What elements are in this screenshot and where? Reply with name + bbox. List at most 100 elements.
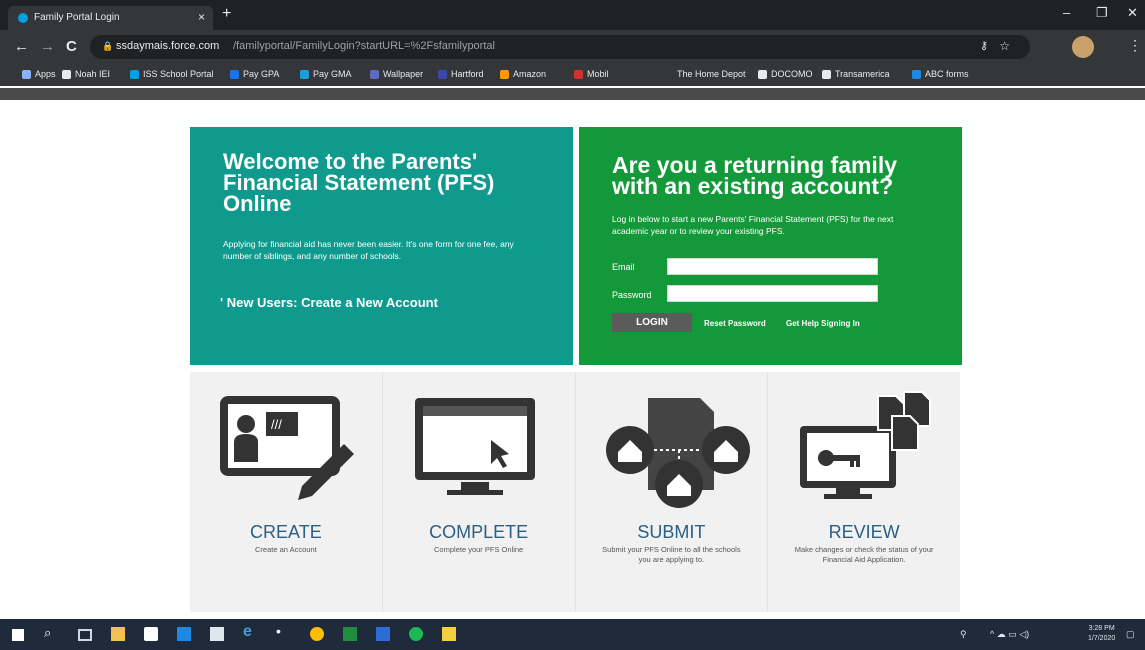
browser-tab-strip: Family Portal Login × + – ❐ ✕ [0, 0, 1145, 30]
store-icon[interactable] [144, 627, 158, 641]
site-header-bar [0, 88, 1145, 100]
bookmark-item[interactable]: Noah IEI [62, 69, 110, 79]
edge-icon[interactable]: e [243, 623, 257, 640]
notes-icon[interactable] [442, 627, 456, 641]
steps-row: /// CREATE Create an Account COMPLETE Co… [190, 372, 960, 612]
reload-button[interactable]: C [66, 38, 77, 55]
welcome-panel: Welcome to the Parents' Financial Statem… [190, 127, 573, 365]
step-title: CREATE [250, 522, 322, 542]
login-title: Are you a returning family with an exist… [612, 152, 898, 199]
bookmark-label: Mobil [587, 69, 609, 79]
tray-icons[interactable]: ^ ☁ ▭ ◁) [990, 629, 1029, 640]
computer-screen-icon [414, 398, 535, 495]
bookmark-favicon-icon [230, 69, 239, 79]
app-l-icon[interactable] [177, 627, 191, 641]
url-bar[interactable]: 🔒 ssdaymais.force.com /familyportal/Fami… [90, 35, 1030, 59]
bookmarks-bar: Apps Noah IEI ISS School Portal Pay GPA Pay … [0, 64, 1145, 86]
bookmark-favicon-icon [758, 69, 767, 79]
lock-icon: 🔒 [102, 41, 114, 51]
bookmark-label: Noah IEI [75, 69, 111, 79]
dot-icon[interactable]: • [276, 623, 290, 639]
new-tab-button[interactable]: + [222, 5, 231, 23]
profile-avatar[interactable] [1072, 36, 1094, 58]
bookmark-item[interactable]: Pay GPA [230, 69, 279, 79]
bookmark-item[interactable]: Apps [22, 69, 56, 79]
tab-title: Family Portal Login [34, 12, 120, 23]
restore-button[interactable]: ❐ [1096, 5, 1108, 21]
reset-password-link[interactable]: Reset Password [704, 319, 766, 328]
bookmark-item[interactable]: Pay GMA [300, 69, 352, 79]
bookmark-label: Pay GMA [313, 69, 352, 79]
url-host: ssdaymais.force.com [116, 40, 220, 52]
taskbar-clock[interactable]: 3:28 PM 1/7/2020 [1088, 624, 1115, 644]
bookmark-item[interactable]: Amazon [500, 69, 546, 79]
bookmark-label: DOCOMO [771, 69, 813, 79]
bookmark-star-icon[interactable]: ☆ [999, 39, 1010, 53]
browser-tab[interactable]: Family Portal Login × [8, 6, 213, 30]
mail-icon[interactable] [210, 627, 224, 641]
bookmark-favicon-icon [62, 69, 71, 79]
submit-schools-icon [605, 398, 750, 508]
task-view-icon[interactable] [78, 629, 92, 641]
bookmark-label: Transamerica [835, 69, 890, 79]
bookmark-favicon-icon [438, 69, 447, 79]
forward-button[interactable]: → [40, 38, 55, 55]
back-button[interactable]: ← [14, 38, 29, 55]
chrome-icon[interactable] [310, 627, 324, 641]
step-title: REVIEW [828, 522, 900, 542]
key-icon[interactable]: ⚷ [980, 39, 988, 52]
bookmark-item[interactable]: The Home Depot [664, 69, 746, 79]
file-explorer-icon[interactable] [111, 627, 125, 641]
people-icon[interactable]: ⚲ [960, 629, 967, 640]
email-field[interactable] [667, 258, 878, 275]
bookmark-favicon-icon [22, 69, 31, 79]
notifications-icon[interactable]: ▢ [1126, 629, 1135, 640]
word-icon[interactable] [376, 627, 390, 641]
bookmark-label: Amazon [513, 69, 547, 79]
step-create: /// CREATE Create an Account [190, 372, 383, 612]
bookmark-item[interactable]: ISS School Portal [130, 69, 214, 79]
spotify-icon[interactable] [409, 627, 423, 641]
welcome-title: Welcome to the Parents' Financial Statem… [223, 149, 495, 216]
bookmark-label: Hartford [451, 69, 484, 79]
password-field[interactable] [667, 285, 878, 302]
salesforce-favicon-icon [18, 13, 28, 23]
step-complete: COMPLETE Complete your PFS Online [383, 372, 576, 612]
login-description: Log in below to start a new Parents' Fin… [612, 214, 894, 236]
step-submit: SUBMIT Submit your PFS Online to all the… [576, 372, 769, 612]
get-help-link[interactable]: Get Help Signing In [786, 319, 860, 328]
login-button[interactable]: LOGIN [612, 313, 692, 332]
bookmark-label: ISS School Portal [143, 69, 214, 79]
bookmark-item[interactable]: DOCOMO [758, 69, 813, 79]
bookmark-favicon-icon [912, 69, 921, 79]
bookmark-item[interactable]: Transamerica [822, 69, 890, 79]
bookmark-item[interactable]: Hartford [438, 69, 484, 79]
bookmark-item[interactable]: Mobil [574, 69, 609, 79]
bookmark-label: Pay GPA [243, 69, 280, 79]
window-close-button[interactable]: ✕ [1127, 5, 1138, 21]
step-description: Make changes or check the status of your… [794, 545, 934, 564]
step-description: Create an Account [255, 545, 317, 554]
minimize-button[interactable]: – [1063, 5, 1070, 20]
bookmark-favicon-icon [822, 69, 831, 79]
bookmark-label: The Home Depot [677, 69, 746, 79]
search-icon[interactable]: ⌕ [44, 625, 58, 640]
excel-icon[interactable] [343, 627, 357, 641]
bookmark-favicon-icon [130, 69, 139, 79]
bookmark-label: ABC forms [925, 69, 969, 79]
bookmark-item[interactable]: Wallpaper [370, 69, 423, 79]
bookmark-favicon-icon [300, 69, 309, 79]
windows-taskbar: ⌕ e • ⚲ ^ ☁ ▭ ◁) 3:28 PM 1/7/2020 ▢ [0, 619, 1145, 650]
clock-date: 1/7/2020 [1088, 635, 1116, 642]
bookmark-item[interactable]: ABC forms [912, 69, 969, 79]
bookmark-label: Apps [35, 69, 56, 79]
tab-close-icon[interactable]: × [198, 10, 205, 24]
new-users-link[interactable]: ' New Users: Create a New Account [220, 295, 438, 310]
bookmark-favicon-icon [664, 69, 673, 79]
url-path: /familyportal/FamilyLogin?startURL=%2Fsf… [233, 40, 495, 52]
step-description: Complete your PFS Online [434, 545, 524, 554]
clock-time: 3:28 PM [1088, 625, 1115, 632]
browser-menu-icon[interactable]: ⋮ [1128, 37, 1142, 54]
bookmark-favicon-icon [574, 69, 583, 79]
windows-start-icon[interactable] [12, 629, 24, 641]
